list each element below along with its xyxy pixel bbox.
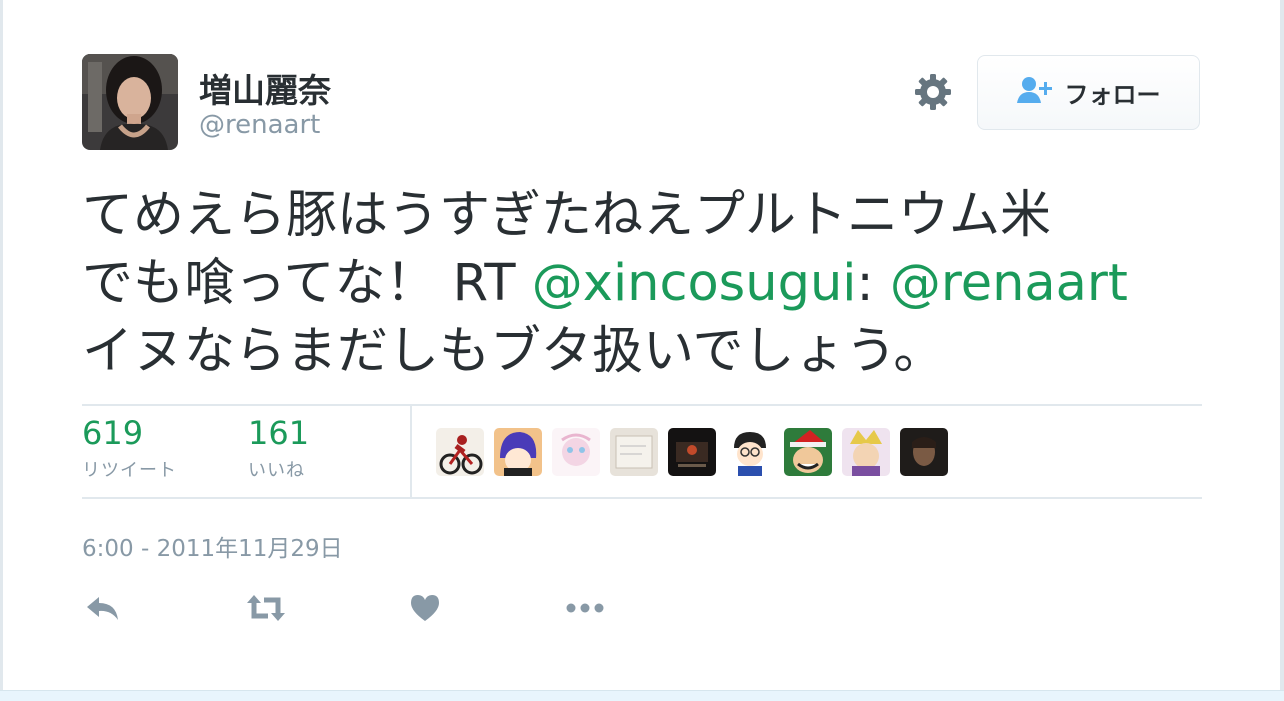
mention-link[interactable]: @xincosugui	[532, 254, 857, 313]
follow-button[interactable]: フォロー	[977, 55, 1200, 130]
heart-icon[interactable]	[410, 590, 440, 626]
divider	[82, 497, 1202, 499]
like-count: 161	[248, 414, 310, 452]
follow-user-plus-icon	[1016, 76, 1053, 110]
tweet-line-1: てめえら豚はうすぎたねえプルトニウム米	[82, 186, 1052, 245]
user-handle[interactable]: @renaart	[199, 110, 320, 140]
left-border	[0, 0, 3, 701]
right-border	[1280, 0, 1284, 701]
tweet-line-3: イヌならまだしもブタ扱いでしょう。	[82, 322, 945, 381]
likers-avatars	[436, 428, 948, 476]
retweet-stat[interactable]: 619 リツイート	[82, 414, 177, 482]
divider	[82, 404, 1202, 406]
tweet-line-2: でも喰ってな！ RT @xincosugui: @renaart	[82, 250, 1202, 318]
retweet-count: 619	[82, 414, 144, 452]
like-stat[interactable]: 161 いいね	[248, 414, 309, 482]
retweet-icon[interactable]	[246, 590, 286, 626]
liker-avatar[interactable]	[668, 428, 716, 476]
mention-link[interactable]: @renaart	[890, 254, 1128, 313]
user-display-name[interactable]: 増山麗奈	[199, 64, 331, 112]
like-label: いいね	[248, 460, 305, 481]
tweet-text: てめえら豚はうすぎたねえプルトニウム米 でも喰ってな！ RT @xincosug…	[82, 182, 1202, 386]
user-avatar[interactable]	[82, 54, 178, 150]
liker-avatar[interactable]	[610, 428, 658, 476]
reply-icon[interactable]	[86, 590, 120, 626]
tweet-line-2-text: でも喰ってな！ RT	[82, 254, 532, 313]
liker-avatar[interactable]	[436, 428, 484, 476]
follow-button-label: フォロー	[1064, 81, 1161, 109]
liker-avatar[interactable]	[726, 428, 774, 476]
liker-avatar[interactable]	[842, 428, 890, 476]
retweet-label: リツイート	[82, 460, 177, 481]
liker-avatar[interactable]	[900, 428, 948, 476]
tweet-colon: :	[856, 254, 874, 313]
liker-avatar[interactable]	[494, 428, 542, 476]
liker-avatar[interactable]	[552, 428, 600, 476]
more-dots-icon[interactable]	[566, 590, 604, 626]
tweet-timestamp[interactable]: 6:00 - 2011年11月29日	[82, 529, 343, 563]
liker-avatar[interactable]	[784, 428, 832, 476]
stats-divider	[410, 406, 412, 498]
bottom-reply-bar	[0, 690, 1284, 701]
gear-icon[interactable]	[913, 72, 953, 112]
